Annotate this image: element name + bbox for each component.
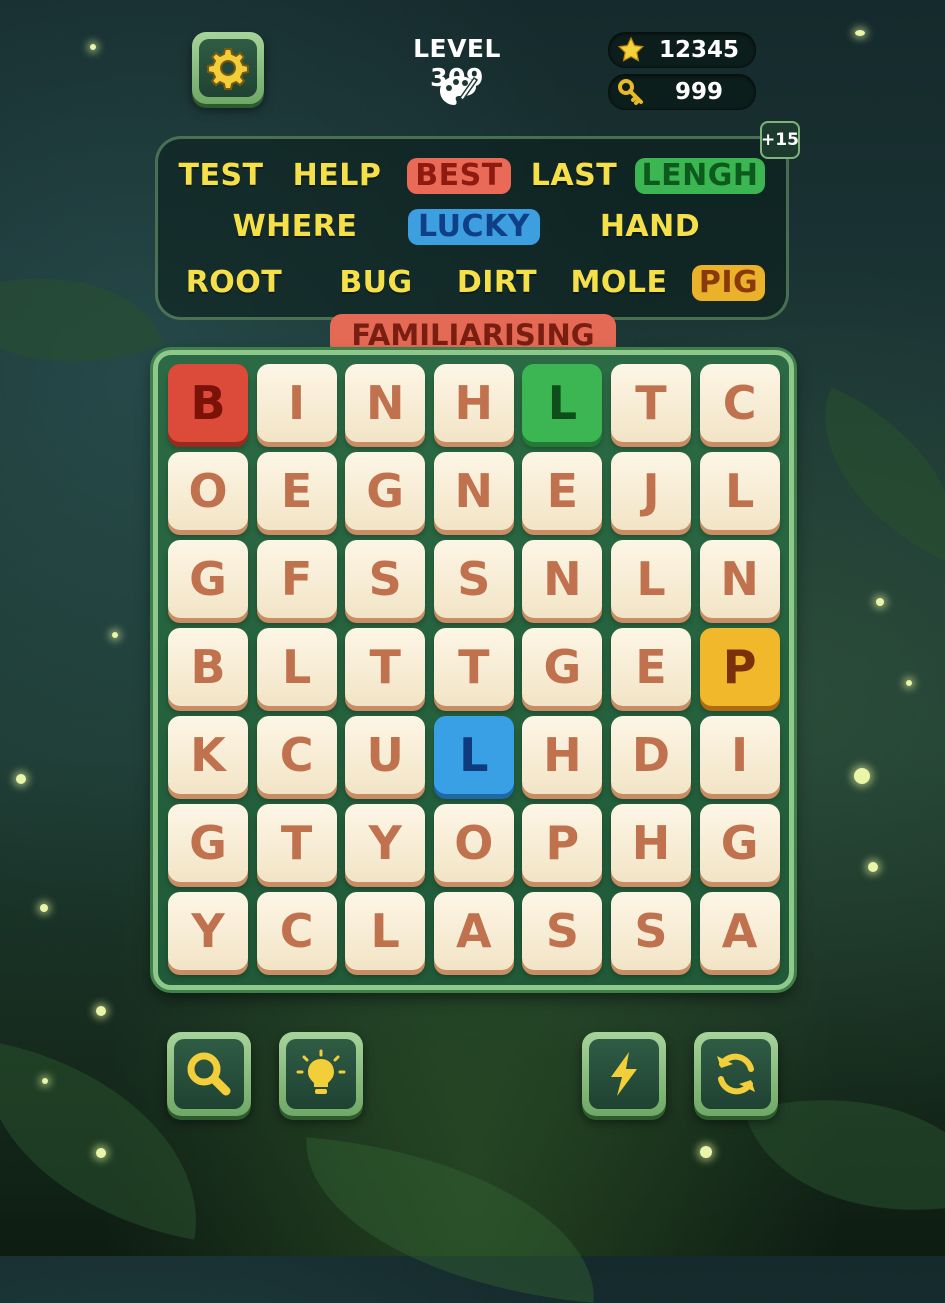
letter-tile[interactable]: N [345, 364, 426, 442]
letter-tile[interactable]: Y [345, 804, 426, 882]
letter-tile[interactable]: N [433, 452, 514, 530]
magnifier-icon [187, 1052, 231, 1096]
letter-tile[interactable]: B [168, 628, 248, 706]
letter-tile[interactable]: S [433, 540, 514, 618]
letter-tile[interactable]: P [522, 804, 603, 882]
letter-tile[interactable]: D [611, 716, 691, 794]
lightning-icon [611, 1052, 637, 1096]
letter-tile[interactable]: Y [168, 892, 248, 970]
letter-tile[interactable]: S [522, 892, 603, 970]
letter-tile[interactable]: T [256, 804, 337, 882]
letter-tile[interactable]: E [522, 452, 603, 530]
word-root: ROOT [185, 265, 283, 300]
letter-tile[interactable]: G [699, 804, 780, 882]
letter-tile[interactable]: L [433, 716, 514, 794]
letter-tile[interactable]: H [611, 804, 691, 882]
letter-tile[interactable]: N [522, 540, 603, 618]
word-hand: HAND [599, 209, 701, 244]
letter-tile[interactable]: S [345, 540, 426, 618]
word-lucky: LUCKY [408, 209, 540, 245]
letter-tile[interactable]: O [433, 804, 514, 882]
letter-tile[interactable]: C [256, 892, 337, 970]
boost-button[interactable] [582, 1032, 666, 1116]
letter-tile[interactable]: A [433, 892, 514, 970]
search-button[interactable] [167, 1032, 251, 1116]
letter-tile[interactable]: L [522, 364, 603, 442]
hint-button[interactable] [279, 1032, 363, 1116]
letter-tile[interactable]: N [699, 540, 780, 618]
key-icon [618, 79, 643, 105]
letter-tile[interactable]: U [345, 716, 426, 794]
letter-tile[interactable]: I [699, 716, 780, 794]
letter-tile[interactable]: J [611, 452, 691, 530]
gear-icon [207, 48, 249, 90]
word-where: WHERE [232, 209, 358, 244]
word-dirt: DIRT [456, 265, 538, 300]
letter-tile[interactable]: C [699, 364, 780, 442]
letter-tile[interactable]: E [256, 452, 337, 530]
shuffle-button[interactable] [694, 1032, 778, 1116]
letter-tile[interactable]: B [168, 364, 248, 442]
letter-tile[interactable]: G [345, 452, 426, 530]
letter-tile[interactable]: E [611, 628, 691, 706]
letter-tile[interactable]: T [433, 628, 514, 706]
word-best: BEST [407, 158, 511, 194]
letter-tile[interactable]: P [699, 628, 780, 706]
letter-tile[interactable]: L [699, 452, 780, 530]
letter-tile[interactable]: O [168, 452, 248, 530]
word-lengh: LENGH [635, 158, 765, 194]
keys-value: 999 [674, 79, 723, 105]
letter-tile[interactable]: I [256, 364, 337, 442]
letter-tile[interactable]: F [256, 540, 337, 618]
letter-tile[interactable]: S [611, 892, 691, 970]
letter-tile[interactable]: G [522, 628, 603, 706]
word-bug: BUG [339, 265, 413, 300]
word-test: TEST [178, 158, 264, 193]
settings-button[interactable] [192, 32, 264, 104]
stars-counter: 12345 [608, 32, 756, 68]
letter-tile[interactable]: H [522, 716, 603, 794]
word-pig: PIG [692, 265, 765, 301]
letter-tile[interactable]: C [256, 716, 337, 794]
letter-tile[interactable]: A [699, 892, 780, 970]
letter-tile[interactable]: G [168, 804, 248, 882]
letter-tile[interactable]: L [256, 628, 337, 706]
star-icon [617, 36, 645, 62]
letter-tile[interactable]: G [168, 540, 248, 618]
letter-tile[interactable]: L [345, 892, 426, 970]
word-mole: MOLE [570, 265, 668, 300]
letter-tile[interactable]: T [345, 628, 426, 706]
letter-tile[interactable]: L [611, 540, 691, 618]
bonus-words-badge[interactable]: +15 [760, 121, 800, 159]
lightbulb-icon [296, 1049, 346, 1094]
letter-tile[interactable]: H [433, 364, 514, 442]
letter-tile[interactable]: T [611, 364, 691, 442]
refresh-icon [717, 1053, 755, 1095]
letter-tile[interactable]: K [168, 716, 248, 794]
palette-icon [440, 76, 478, 105]
stars-value: 12345 [658, 37, 740, 63]
word-help: HELP [292, 158, 382, 193]
word-last: LAST [530, 158, 618, 193]
keys-counter: 999 [608, 74, 756, 110]
